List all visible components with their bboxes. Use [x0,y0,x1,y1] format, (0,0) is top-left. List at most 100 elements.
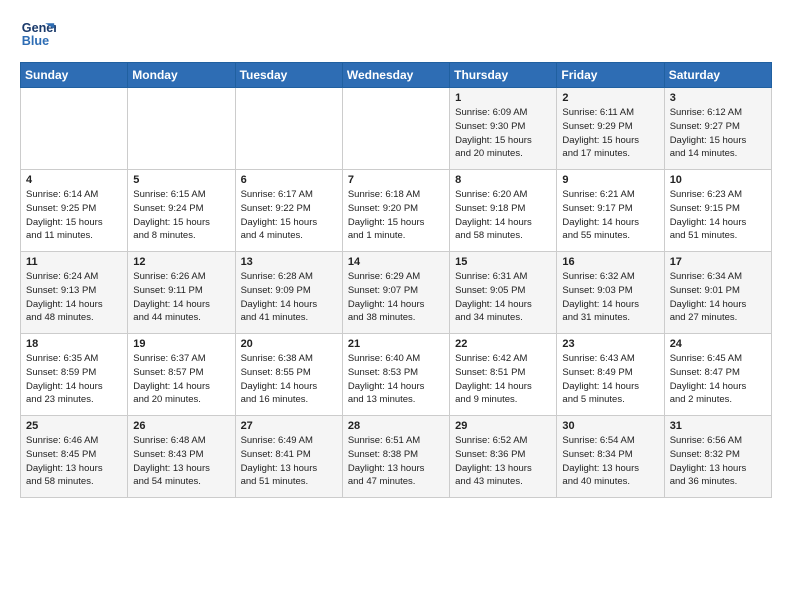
calendar-cell: 12 Sunrise: 6:26 AM Sunset: 9:11 PM Dayli… [128,252,235,334]
column-header-wednesday: Wednesday [342,63,449,88]
calendar-cell: 24 Sunrise: 6:45 AM Sunset: 8:47 PM Dayli… [664,334,771,416]
calendar-cell: 30 Sunrise: 6:54 AM Sunset: 8:34 PM Dayli… [557,416,664,498]
calendar-cell [235,88,342,170]
calendar-week-4: 18Sunrise: 6:35 AM Sunset: 8:59 PM Dayli… [21,334,772,416]
day-number: 15 [455,256,551,268]
column-header-sunday: Sunday [21,63,128,88]
calendar-cell: 15 Sunrise: 6:31 AM Sunset: 9:05 PM Dayli… [450,252,557,334]
day-info: Sunrise: 6:17 AM Sunset: 9:22 PM Dayligh… [241,188,337,243]
calendar-cell: 22 Sunrise: 6:42 AM Sunset: 8:51 PM Dayli… [450,334,557,416]
day-number: 23 [562,338,658,350]
day-number: 22 [455,338,551,350]
day-info: Sunrise: 6:09 AM Sunset: 9:30 PM Dayligh… [455,106,551,161]
day-number: 13 [241,256,337,268]
logo: General Blue [20,16,56,52]
day-info: Sunrise: 6:31 AM Sunset: 9:05 PM Dayligh… [455,270,551,325]
day-info: Sunrise: 6:12 AM Sunset: 9:27 PM Dayligh… [670,106,766,161]
day-number: 20 [241,338,337,350]
calendar-cell: 10 Sunrise: 6:23 AM Sunset: 9:15 PM Dayli… [664,170,771,252]
page-header: General Blue [20,16,772,52]
calendar-week-1: 1 Sunrise: 6:09 AM Sunset: 9:30 PM Daylig… [21,88,772,170]
day-info: Sunrise: 6:42 AM Sunset: 8:51 PM Dayligh… [455,352,551,407]
calendar-cell: 16 Sunrise: 6:32 AM Sunset: 9:03 PM Dayli… [557,252,664,334]
day-info: Sunrise: 6:23 AM Sunset: 9:15 PM Dayligh… [670,188,766,243]
calendar-cell: 17Sunrise: 6:34 AM Sunset: 9:01 PM Dayli… [664,252,771,334]
day-info: Sunrise: 6:32 AM Sunset: 9:03 PM Dayligh… [562,270,658,325]
calendar-cell: 6 Sunrise: 6:17 AM Sunset: 9:22 PM Daylig… [235,170,342,252]
day-info: Sunrise: 6:38 AM Sunset: 8:55 PM Dayligh… [241,352,337,407]
day-number: 11 [26,256,122,268]
day-number: 5 [133,174,229,186]
day-number: 21 [348,338,444,350]
day-info: Sunrise: 6:54 AM Sunset: 8:34 PM Dayligh… [562,434,658,489]
day-info: Sunrise: 6:21 AM Sunset: 9:17 PM Dayligh… [562,188,658,243]
day-info: Sunrise: 6:51 AM Sunset: 8:38 PM Dayligh… [348,434,444,489]
calendar-body: 1 Sunrise: 6:09 AM Sunset: 9:30 PM Daylig… [21,88,772,498]
calendar-cell: 29Sunrise: 6:52 AM Sunset: 8:36 PM Dayli… [450,416,557,498]
calendar-cell: 9 Sunrise: 6:21 AM Sunset: 9:17 PM Daylig… [557,170,664,252]
calendar-cell: 2 Sunrise: 6:11 AM Sunset: 9:29 PM Daylig… [557,88,664,170]
day-number: 12 [133,256,229,268]
calendar-cell: 13 Sunrise: 6:28 AM Sunset: 9:09 PM Dayli… [235,252,342,334]
calendar-cell: 27 Sunrise: 6:49 AM Sunset: 8:41 PM Dayli… [235,416,342,498]
column-header-tuesday: Tuesday [235,63,342,88]
day-number: 26 [133,420,229,432]
day-info: Sunrise: 6:20 AM Sunset: 9:18 PM Dayligh… [455,188,551,243]
day-number: 8 [455,174,551,186]
day-info: Sunrise: 6:49 AM Sunset: 8:41 PM Dayligh… [241,434,337,489]
day-info: Sunrise: 6:37 AM Sunset: 8:57 PM Dayligh… [133,352,229,407]
calendar-cell: 1 Sunrise: 6:09 AM Sunset: 9:30 PM Daylig… [450,88,557,170]
day-info: Sunrise: 6:45 AM Sunset: 8:47 PM Dayligh… [670,352,766,407]
calendar-table: SundayMondayTuesdayWednesdayThursdayFrid… [20,62,772,498]
calendar-cell: 11Sunrise: 6:24 AM Sunset: 9:13 PM Dayli… [21,252,128,334]
calendar-week-3: 11Sunrise: 6:24 AM Sunset: 9:13 PM Dayli… [21,252,772,334]
day-number: 27 [241,420,337,432]
calendar-cell: 19 Sunrise: 6:37 AM Sunset: 8:57 PM Dayli… [128,334,235,416]
day-number: 14 [348,256,444,268]
day-number: 31 [670,420,766,432]
day-info: Sunrise: 6:34 AM Sunset: 9:01 PM Dayligh… [670,270,766,325]
day-info: Sunrise: 6:43 AM Sunset: 8:49 PM Dayligh… [562,352,658,407]
logo-icon: General Blue [20,16,56,52]
day-number: 30 [562,420,658,432]
day-number: 3 [670,92,766,104]
day-info: Sunrise: 6:48 AM Sunset: 8:43 PM Dayligh… [133,434,229,489]
day-info: Sunrise: 6:28 AM Sunset: 9:09 PM Dayligh… [241,270,337,325]
calendar-cell [128,88,235,170]
day-number: 7 [348,174,444,186]
day-number: 16 [562,256,658,268]
calendar-cell: 26 Sunrise: 6:48 AM Sunset: 8:43 PM Dayli… [128,416,235,498]
calendar-cell [21,88,128,170]
calendar-cell: 7Sunrise: 6:18 AM Sunset: 9:20 PM Daylig… [342,170,449,252]
calendar-cell: 3 Sunrise: 6:12 AM Sunset: 9:27 PM Daylig… [664,88,771,170]
calendar-cell: 14 Sunrise: 6:29 AM Sunset: 9:07 PM Dayli… [342,252,449,334]
day-number: 28 [348,420,444,432]
calendar-cell: 25 Sunrise: 6:46 AM Sunset: 8:45 PM Dayli… [21,416,128,498]
calendar-week-2: 4Sunrise: 6:14 AM Sunset: 9:25 PM Daylig… [21,170,772,252]
calendar-cell: 8 Sunrise: 6:20 AM Sunset: 9:18 PM Daylig… [450,170,557,252]
day-number: 1 [455,92,551,104]
day-number: 2 [562,92,658,104]
column-header-saturday: Saturday [664,63,771,88]
day-number: 25 [26,420,122,432]
day-info: Sunrise: 6:40 AM Sunset: 8:53 PM Dayligh… [348,352,444,407]
day-number: 19 [133,338,229,350]
day-number: 24 [670,338,766,350]
day-number: 9 [562,174,658,186]
day-number: 18 [26,338,122,350]
calendar-week-5: 25 Sunrise: 6:46 AM Sunset: 8:45 PM Dayli… [21,416,772,498]
column-header-thursday: Thursday [450,63,557,88]
column-header-friday: Friday [557,63,664,88]
day-info: Sunrise: 6:26 AM Sunset: 9:11 PM Dayligh… [133,270,229,325]
day-info: Sunrise: 6:29 AM Sunset: 9:07 PM Dayligh… [348,270,444,325]
column-header-monday: Monday [128,63,235,88]
calendar-cell: 23 Sunrise: 6:43 AM Sunset: 8:49 PM Dayli… [557,334,664,416]
calendar-cell [342,88,449,170]
calendar-cell: 5Sunrise: 6:15 AM Sunset: 9:24 PM Daylig… [128,170,235,252]
day-info: Sunrise: 6:46 AM Sunset: 8:45 PM Dayligh… [26,434,122,489]
calendar-cell: 28 Sunrise: 6:51 AM Sunset: 8:38 PM Dayli… [342,416,449,498]
svg-text:Blue: Blue [22,34,49,48]
day-info: Sunrise: 6:11 AM Sunset: 9:29 PM Dayligh… [562,106,658,161]
day-number: 6 [241,174,337,186]
day-number: 10 [670,174,766,186]
